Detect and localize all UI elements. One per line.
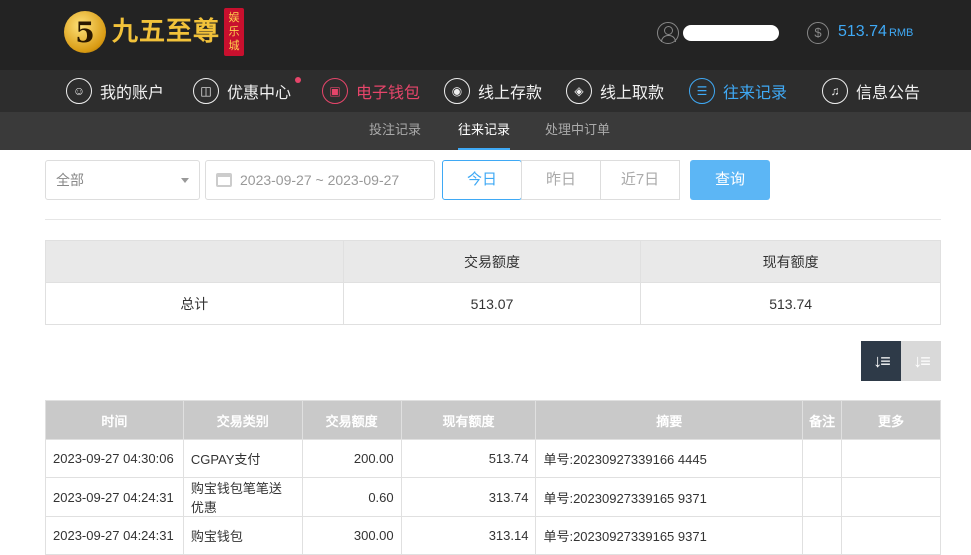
- site-logo[interactable]: 5 九五至尊 娱乐城: [64, 8, 245, 56]
- summary-cell: 总计: [45, 282, 344, 325]
- cell-balance: 313.74: [400, 477, 537, 517]
- cell-more[interactable]: [841, 477, 941, 517]
- cell-more[interactable]: [841, 516, 941, 555]
- sort-asc-icon: ↓≡: [913, 350, 930, 371]
- tab-pending-orders[interactable]: 处理中订单: [545, 112, 610, 150]
- cell-balance: 513.74: [400, 439, 537, 478]
- type-select[interactable]: 全部: [45, 160, 200, 200]
- top-header: 5 九五至尊 娱乐城 $ 513.74 RMB: [0, 0, 971, 70]
- records-table: 时间 交易类别 交易额度 现有额度 摘要 备注 更多 2023-09-27 04…: [45, 400, 941, 555]
- logo-badge: 5: [64, 11, 106, 53]
- cell-amount: 0.60: [301, 477, 402, 517]
- logo-text: 九五至尊: [112, 17, 221, 47]
- divider: [45, 219, 941, 220]
- nav-label: 信息公告: [856, 85, 921, 102]
- user-info[interactable]: [657, 22, 779, 44]
- nav-e-wallet[interactable]: ▣ 电子钱包: [322, 76, 420, 106]
- cell-time: 2023-09-27 04:24:31: [45, 477, 184, 517]
- table-row: 2023-09-27 04:24:31 购宝钱包 300.00 313.14 单…: [45, 516, 941, 555]
- summary-cell: 513.74: [640, 282, 941, 325]
- calendar-icon: [216, 173, 232, 187]
- summary-header-cell: [45, 240, 344, 283]
- coin-icon: $: [807, 22, 829, 44]
- balance-currency: RMB: [888, 27, 914, 39]
- cell-amount: 300.00: [301, 516, 402, 555]
- cell-time: 2023-09-27 04:24:31: [45, 516, 184, 555]
- logo-seal: 娱乐城: [224, 8, 245, 56]
- yesterday-button[interactable]: 昨日: [521, 160, 601, 200]
- cell-note: [802, 477, 843, 517]
- table-row: 2023-09-27 04:30:06 CGPAY支付 200.00 513.7…: [45, 439, 941, 478]
- column-header: 更多: [841, 400, 941, 440]
- column-header: 时间: [45, 400, 184, 440]
- withdraw-icon: ◈: [566, 78, 592, 104]
- user-icon: ☺: [66, 78, 92, 104]
- sub-nav: 投注记录 往来记录 处理中订单: [0, 112, 971, 150]
- main-nav: ☺ 我的账户 ◫ 优惠中心 ▣ 电子钱包 ◉ 线上存款 ◈ 线上取款 ☰ 往来记…: [0, 70, 971, 112]
- column-header: 备注: [802, 400, 843, 440]
- user-icon: [657, 22, 679, 44]
- nav-announcements[interactable]: ♫ 信息公告: [822, 76, 920, 106]
- cell-memo: 单号:20230927339165 9371: [535, 516, 804, 555]
- nav-promotions[interactable]: ◫ 优惠中心: [193, 76, 302, 106]
- chevron-down-icon: [181, 178, 189, 183]
- summary-cell: 513.07: [342, 282, 642, 325]
- tab-bet-records[interactable]: 投注记录: [369, 112, 421, 150]
- cell-note: [802, 516, 843, 555]
- records-icon: ☰: [689, 78, 715, 104]
- nav-label: 线上存款: [478, 85, 543, 102]
- cell-time: 2023-09-27 04:30:06: [45, 439, 184, 478]
- type-select-value: 全部: [56, 172, 84, 188]
- sort-descending-button[interactable]: ↓≡: [861, 341, 901, 381]
- query-button[interactable]: 查询: [690, 160, 770, 200]
- balance-amount: 513.74: [838, 23, 887, 40]
- date-range-value: 2023-09-27 ~ 2023-09-27: [240, 172, 400, 188]
- notification-dot: [295, 77, 302, 83]
- wallet-icon: ▣: [322, 78, 348, 104]
- nav-label: 线上取款: [600, 85, 665, 102]
- cell-more[interactable]: [841, 439, 941, 478]
- nav-deposit[interactable]: ◉ 线上存款: [444, 76, 542, 106]
- column-header: 交易额度: [301, 400, 402, 440]
- balance-display: 513.74 RMB: [838, 23, 913, 41]
- cell-type: 购宝钱包: [182, 516, 303, 555]
- summary-header-row: 交易额度 现有额度: [45, 240, 941, 283]
- cell-balance: 313.14: [400, 516, 537, 555]
- cell-type: CGPAY支付: [182, 439, 303, 478]
- summary-header-cell: 交易额度: [342, 240, 642, 283]
- nav-label: 我的账户: [100, 85, 165, 102]
- summary-table: 交易额度 现有额度 总计 513.07 513.74: [45, 240, 941, 325]
- nav-records[interactable]: ☰ 往来记录: [689, 76, 787, 106]
- records-header-row: 时间 交易类别 交易额度 现有额度 摘要 备注 更多: [45, 400, 941, 440]
- nav-label: 电子钱包: [356, 85, 421, 102]
- gift-icon: ◫: [193, 78, 219, 104]
- sort-ascending-button[interactable]: ↓≡: [901, 341, 941, 381]
- table-row: 2023-09-27 04:24:31 购宝钱包笔笔送优惠 0.60 313.7…: [45, 477, 941, 517]
- cell-memo: 单号:20230927339166 4445: [535, 439, 804, 478]
- today-button[interactable]: 今日: [442, 160, 522, 200]
- cell-type: 购宝钱包笔笔送优惠: [182, 477, 303, 517]
- column-header: 摘要: [535, 400, 804, 440]
- nav-my-account[interactable]: ☺ 我的账户: [66, 76, 164, 106]
- bell-icon: ♫: [822, 78, 848, 104]
- summary-total-row: 总计 513.07 513.74: [45, 282, 941, 325]
- cell-amount: 200.00: [301, 439, 402, 478]
- last-7-days-button[interactable]: 近7日: [600, 160, 680, 200]
- nav-label: 优惠中心: [227, 85, 292, 102]
- deposit-icon: ◉: [444, 78, 470, 104]
- nav-label: 往来记录: [723, 85, 788, 102]
- date-range-input[interactable]: 2023-09-27 ~ 2023-09-27: [205, 160, 435, 200]
- cell-note: [802, 439, 843, 478]
- username-redacted: [683, 25, 779, 41]
- column-header: 交易类别: [182, 400, 303, 440]
- tab-transactions[interactable]: 往来记录: [458, 112, 511, 150]
- nav-withdraw[interactable]: ◈ 线上取款: [566, 76, 664, 106]
- cell-memo: 单号:20230927339165 9371: [535, 477, 804, 517]
- summary-header-cell: 现有额度: [640, 240, 941, 283]
- column-header: 现有额度: [400, 400, 537, 440]
- sort-desc-icon: ↓≡: [873, 350, 890, 371]
